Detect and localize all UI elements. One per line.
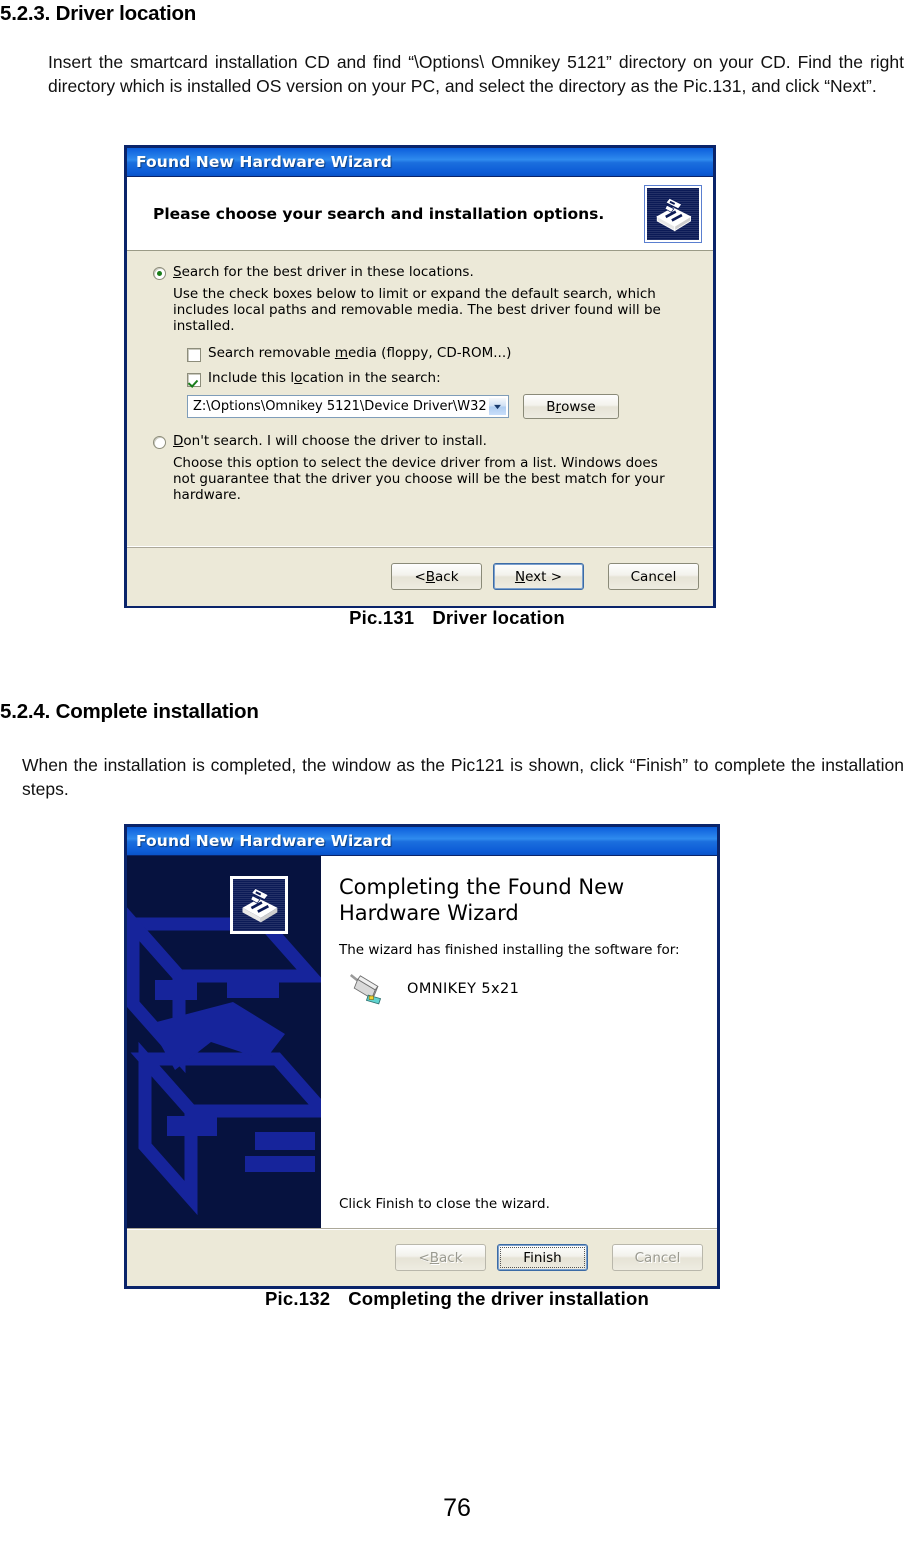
figure-caption-131: Pic.131 Driver location [0,607,914,629]
smartcard-reader-icon [349,972,391,1006]
document-page: 5.2.3. Driver location Insert the smartc… [0,0,914,1542]
section-heading-driver-location: 5.2.3. Driver location [0,2,197,25]
dialog2-content: Completing the Found New Hardware Wizard… [321,856,717,1228]
section-paragraph-complete-installation: When the installation is completed, the … [22,755,904,799]
page-number: 76 [443,1494,471,1522]
dialog2-title: Found New Hardware Wizard [136,832,393,850]
radio-dont-search[interactable]: Don't search. I will choose the driver t… [153,434,697,449]
checkbox-include-location[interactable]: Include this location in the search: [187,371,697,387]
radio-search-best-driver[interactable]: Search for the best driver in these loca… [153,265,697,280]
checkbox-search-removable-media-indicator[interactable] [187,348,201,362]
device-name: OMNIKEY 5x21 [407,981,520,997]
figure-caption-131-text: Driver location [432,607,565,628]
dialog1-footer: < Back Next > Cancel [127,546,713,606]
figure-caption-131-label: Pic.131 [349,607,415,628]
dialog2-footer-note: Click Finish to close the wizard. [339,1196,550,1212]
finish-button[interactable]: Finish [497,1244,588,1271]
checkbox-search-removable-media[interactable]: Search removable media (floppy, CD-ROM..… [187,346,697,362]
hardware-wizard-icon [644,184,702,243]
dialog2-titlebar: Found New Hardware Wizard [127,827,717,856]
hardware-wizard-icon [230,876,288,934]
checkbox-include-location-label: Include this location in the search: [208,370,441,386]
checkbox-search-removable-media-label: Search removable media (floppy, CD-ROM..… [208,345,512,361]
browse-button[interactable]: Br owse [523,394,619,419]
found-new-hardware-wizard-dialog-2: Found New Hardware Wizard Completing the… [124,824,720,1289]
dialog2-heading-line1: Completing the Found New [339,875,625,899]
back-button[interactable]: < Back [391,563,482,590]
radio-dont-search-indicator[interactable] [153,436,166,449]
dialog1-body: Search for the best driver in these loca… [127,251,713,546]
dialog2-heading-line2: Hardware Wizard [339,901,519,925]
chevron-down-icon[interactable] [488,397,507,416]
dialog1-header: Please choose your search and installati… [127,177,713,251]
dialog1-titlebar: Found New Hardware Wizard [127,148,713,177]
dialog2-heading: Completing the Found New Hardware Wizard [339,874,659,926]
dont-search-option-description: Choose this option to select the device … [173,455,665,503]
dialog2-body: Completing the Found New Hardware Wizard… [127,856,717,1228]
installed-device-row: OMNIKEY 5x21 [339,972,697,1006]
driver-path-row: Z:\Options\Omnikey 5121\Device Driver\W3… [187,394,697,419]
wizard-side-panel [127,856,321,1228]
found-new-hardware-wizard-dialog-1: Found New Hardware Wizard Please choose … [124,145,716,608]
figure-caption-132-text: Completing the driver installation [348,1288,649,1309]
figure-caption-132: Pic.132 Completing the driver installatio… [0,1288,914,1310]
dialog1-header-text: Please choose your search and installati… [153,204,605,223]
wizard-watermark-graphic [127,907,321,1216]
driver-path-value: Z:\Options\Omnikey 5121\Device Driver\W3… [193,399,487,414]
next-button[interactable]: Next > [493,563,584,590]
figure-caption-132-label: Pic.132 [265,1288,331,1309]
radio-dont-search-label: Don't search. I will choose the driver t… [173,433,487,449]
checkbox-include-location-indicator[interactable] [187,373,201,387]
driver-path-combobox[interactable]: Z:\Options\Omnikey 5121\Device Driver\W3… [187,395,509,418]
search-option-description: Use the check boxes below to limit or ex… [173,286,661,334]
radio-search-best-driver-indicator[interactable] [153,267,166,280]
dialog2-footer: < Back Finish Cancel [127,1228,717,1286]
dialog1-title: Found New Hardware Wizard [136,153,393,171]
section-heading-complete-installation: 5.2.4. Complete installation [0,700,259,723]
back-button: < Back [395,1244,486,1271]
radio-search-best-driver-label: Search for the best driver in these loca… [173,264,474,280]
cancel-button: Cancel [612,1244,703,1271]
section-paragraph-driver-location: Insert the smartcard installation CD and… [48,52,904,96]
dialog2-subtitle: The wizard has finished installing the s… [339,942,680,958]
cancel-button[interactable]: Cancel [608,563,699,590]
